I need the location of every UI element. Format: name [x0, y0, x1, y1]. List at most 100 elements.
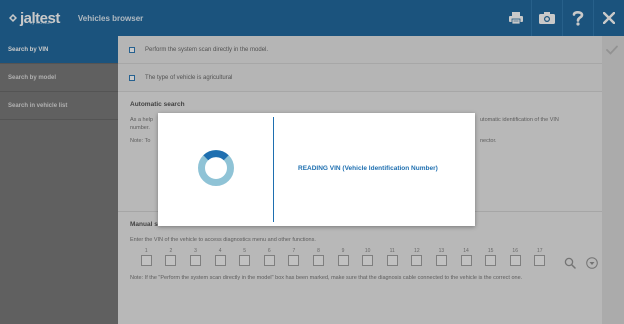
vin-position-number: 2	[169, 248, 173, 254]
vin-position-number: 6	[267, 248, 271, 254]
vin-cell: 15	[478, 248, 503, 266]
vin-character-input[interactable]	[362, 255, 374, 266]
search-mode-sidebar: Search by VIN Search by model Search in …	[0, 36, 118, 324]
vin-cell: 1	[134, 248, 159, 266]
vin-confirm-button[interactable]	[586, 256, 598, 274]
logo-subtext: by COJALI	[29, 19, 52, 25]
vin-position-number: 8	[317, 248, 320, 254]
help-button[interactable]	[563, 0, 593, 36]
printer-icon	[509, 12, 523, 24]
vin-cell: 17	[528, 248, 553, 266]
reading-vin-message: READING VIN (Vehicle Identification Numb…	[298, 165, 438, 172]
checkmark-icon	[606, 45, 618, 55]
print-button[interactable]	[501, 0, 531, 36]
automatic-note-left: Note: To	[130, 138, 151, 144]
scan-in-model-checkbox[interactable]	[129, 46, 135, 53]
vin-position-number: 16	[512, 248, 518, 254]
vin-character-input[interactable]	[435, 255, 447, 266]
vin-character-input[interactable]	[140, 255, 152, 266]
vin-position-number: 10	[364, 248, 371, 254]
vin-cell: 6	[257, 248, 282, 266]
vin-cell: 7	[282, 248, 307, 266]
automatic-text-right: utomatic identification of the VIN	[480, 117, 559, 123]
vin-position-number: 3	[194, 248, 197, 254]
manual-search-section: Manual search Enter the VIN of the vehic…	[118, 212, 602, 324]
vin-position-number: 7	[292, 248, 296, 254]
manual-search-instructions: Enter the VIN of the vehicle to access d…	[130, 237, 316, 243]
agricultural-label: The type of vehicle is agricultural	[145, 74, 233, 81]
vin-character-input[interactable]	[411, 255, 423, 266]
vin-character-input[interactable]	[386, 255, 398, 266]
vin-character-input[interactable]	[288, 255, 300, 266]
agricultural-checkbox[interactable]	[129, 74, 135, 81]
app-header: jaltest by COJALI Vehicles browser	[0, 0, 624, 36]
accept-button[interactable]	[606, 42, 618, 60]
vin-position-number: 4	[218, 248, 222, 254]
vin-cell: 8	[306, 248, 331, 266]
camera-icon	[539, 12, 555, 24]
scan-in-model-label: Perform the system scan directly in the …	[145, 46, 269, 53]
sidebar-item-search-in-list[interactable]: Search in vehicle list	[0, 92, 118, 120]
vin-cell: 12	[405, 248, 430, 266]
vin-position-number: 14	[463, 248, 469, 254]
screenshot-button[interactable]	[532, 0, 562, 36]
vin-character-input[interactable]	[509, 255, 521, 266]
vin-position-number: 17	[537, 248, 543, 254]
vin-cell: 10	[355, 248, 380, 266]
vin-position-number: 9	[341, 248, 345, 254]
automatic-text-left: As a help	[130, 117, 153, 123]
logo-symbol-icon	[9, 14, 17, 22]
download-arrow-icon	[586, 257, 598, 269]
vin-cell: 13	[429, 248, 454, 266]
vin-character-input[interactable]	[239, 255, 251, 266]
vin-character-input[interactable]	[189, 255, 201, 266]
vin-position-number: 15	[487, 248, 494, 254]
vin-cell: 2	[159, 248, 184, 266]
automatic-search-title: Automatic search	[130, 101, 185, 108]
vin-character-input[interactable]	[312, 255, 324, 266]
reading-vin-dialog: READING VIN (Vehicle Identification Numb…	[158, 113, 475, 226]
manual-search-note: Note: If the "Perform the system scan di…	[130, 275, 523, 281]
window-title: Vehicles browser	[77, 13, 144, 23]
vin-position-number: 11	[389, 248, 395, 254]
sidebar-item-search-by-vin[interactable]: Search by VIN	[0, 36, 118, 64]
vin-character-input[interactable]	[460, 255, 472, 266]
help-icon	[572, 11, 584, 26]
vin-position-number: 12	[414, 248, 420, 254]
vin-character-input[interactable]	[337, 255, 349, 266]
close-button[interactable]	[594, 0, 624, 36]
sidebar-item-label: Search in vehicle list	[8, 102, 68, 109]
vin-character-input[interactable]	[214, 255, 226, 266]
vin-cell: 11	[380, 248, 405, 266]
vin-cell: 5	[232, 248, 257, 266]
vin-character-input[interactable]	[263, 255, 275, 266]
sidebar-item-search-by-model[interactable]: Search by model	[0, 64, 118, 92]
right-action-rail	[602, 36, 624, 324]
vin-character-boxes: 1 2 3 4 5 6 7 8 9 10 11 12 13 14 15 16 17	[134, 248, 590, 266]
sidebar-item-label: Search by VIN	[8, 46, 49, 53]
vin-character-input[interactable]	[485, 255, 497, 266]
agricultural-option[interactable]: The type of vehicle is agricultural	[118, 64, 602, 92]
dialog-divider	[273, 117, 274, 222]
loading-spinner-icon	[198, 150, 234, 186]
vin-cell: 16	[503, 248, 528, 266]
automatic-text-left-2: number.	[130, 125, 150, 131]
vin-input-row: 1 2 3 4 5 6 7 8 9 10 11 12 13 14 15 16 17	[130, 248, 598, 269]
vin-character-input[interactable]	[534, 255, 546, 266]
vin-cell: 9	[331, 248, 356, 266]
vin-position-number: 5	[243, 248, 247, 254]
vin-search-button[interactable]	[564, 256, 576, 274]
vin-position-number: 13	[438, 248, 445, 254]
scan-in-model-option[interactable]: Perform the system scan directly in the …	[118, 36, 602, 64]
vin-cell: 4	[208, 248, 233, 266]
vin-character-input[interactable]	[165, 255, 177, 266]
jaltest-logo: jaltest by COJALI	[8, 10, 60, 27]
header-toolbar	[501, 0, 624, 36]
sidebar-item-label: Search by model	[8, 74, 57, 81]
vin-cell: 3	[183, 248, 208, 266]
close-icon	[603, 12, 615, 24]
vin-cell: 14	[454, 248, 479, 266]
search-icon	[564, 257, 576, 269]
vin-position-number: 1	[144, 248, 148, 254]
automatic-note-right: nector.	[480, 138, 497, 144]
